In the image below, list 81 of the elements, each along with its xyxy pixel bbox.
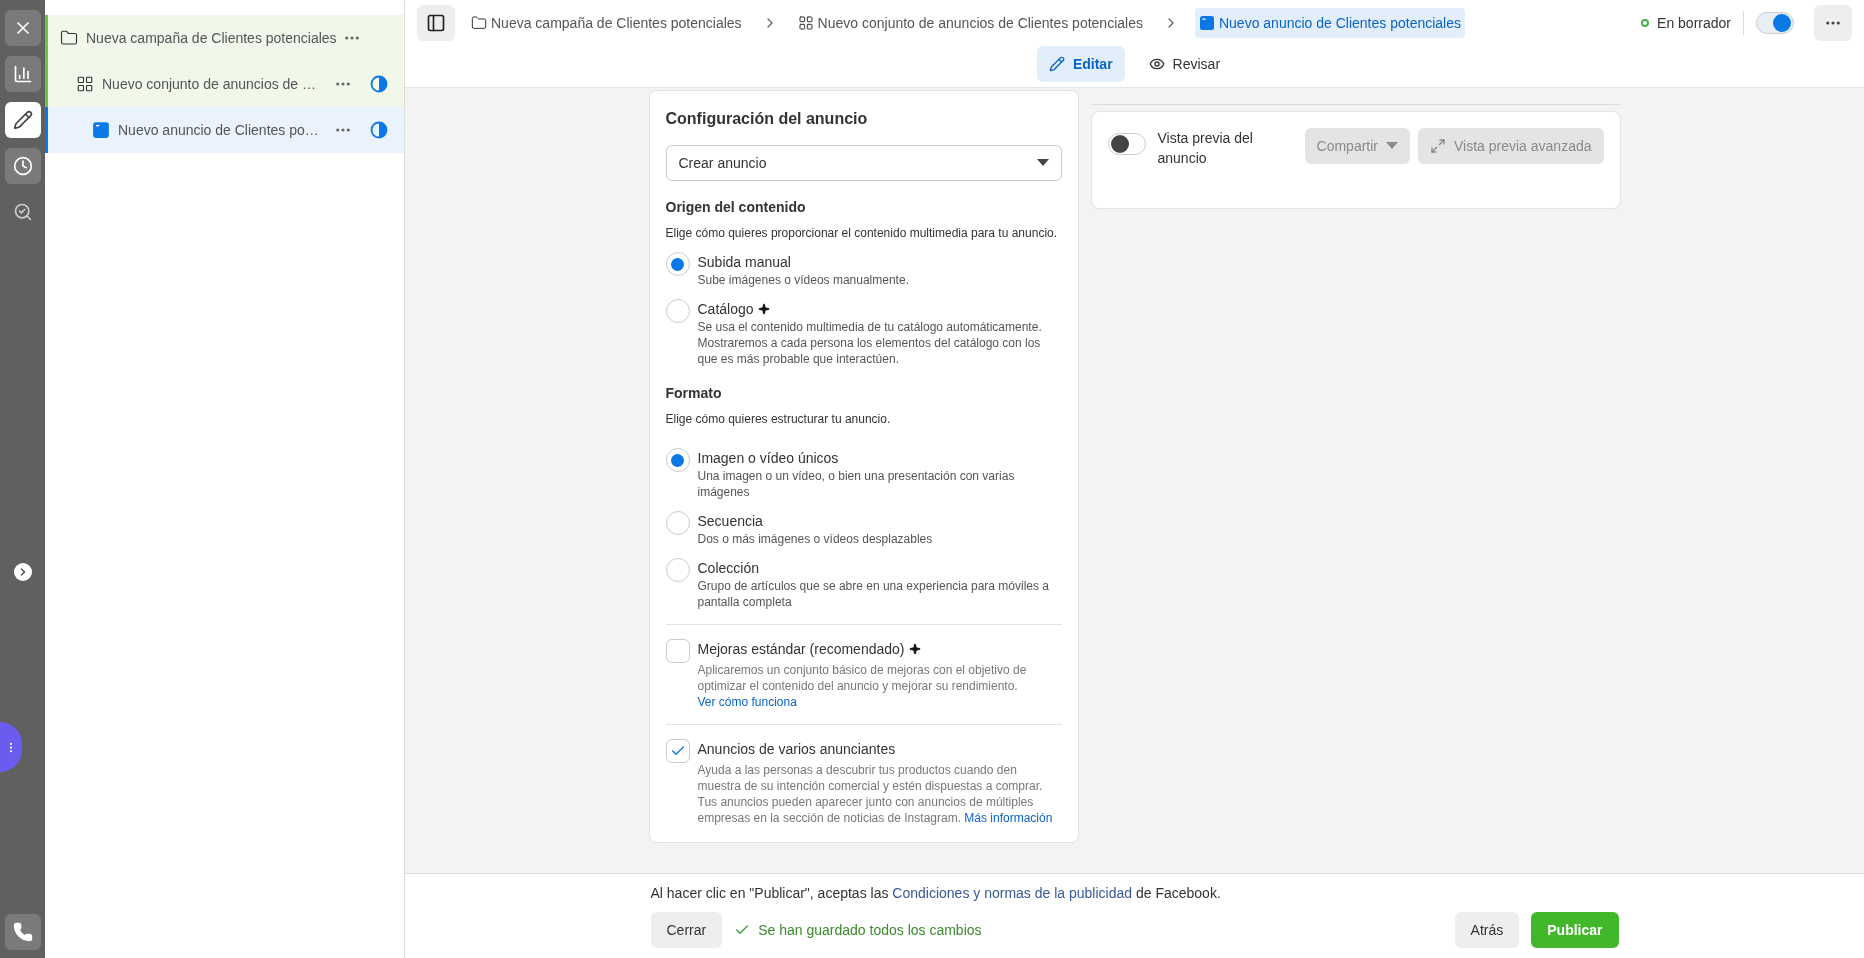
checkbox[interactable] [665, 739, 690, 763]
clock-icon [12, 156, 33, 176]
grid-icon [76, 75, 94, 93]
sparkle-icon [908, 643, 921, 655]
rail-button[interactable] [4, 148, 41, 184]
checkbox-label: Anuncios de varios anunciantes [697, 740, 896, 759]
pencil-icon [1048, 56, 1065, 72]
preview-toggle-label: Vista previa del anuncio [1157, 129, 1254, 168]
rail-button[interactable] [4, 56, 41, 92]
tree-item-label: Nuevo conjunto de anuncios de … [102, 74, 318, 94]
rail-button[interactable] [4, 102, 41, 138]
caret-icon [1036, 159, 1049, 167]
expand-button[interactable] [13, 563, 32, 581]
checkbox-description: Aplicaremos un conjunto básico de mejoras con el objetivo de optimizar el contenido del anuncio y mejorar su rendimiento. Ver cómo funciona [697, 662, 1028, 710]
saved-status: Se han guardado todos los cambios [758, 920, 982, 940]
option-label: Imagen o vídeo únicos [697, 449, 839, 468]
checkbox-label: Mejoras estándar (recomendado) [697, 640, 905, 659]
pencil-icon [12, 110, 33, 130]
card-title: Configuración del anuncio [665, 109, 869, 129]
panel-toggle-button[interactable] [417, 5, 455, 41]
tree-item[interactable]: Nueva campaña de Clientes potenciales [45, 15, 404, 61]
menu-dots-icon [9, 742, 13, 752]
breadcrumb[interactable]: Nuevo anuncio de Clientes potenciales [1194, 8, 1465, 38]
status-label: En borrador [1657, 13, 1731, 33]
option-label: Subida manual [697, 253, 791, 272]
help-link[interactable]: Ver cómo funciona [697, 695, 797, 709]
search-icon [12, 202, 33, 222]
tree-item-label: Nueva campaña de Clientes potenciales [86, 28, 337, 48]
option-description: Se usa el contenido multimedia de tu catálogo automáticamente. Mostraremos a cada persona los elementos del catálogo con los que es más probable que interactúen. [697, 319, 1043, 367]
tree-item[interactable]: Nuevo anuncio de Clientes po… [45, 107, 404, 153]
bar-chart-icon [12, 64, 33, 84]
folder-icon [471, 15, 487, 31]
option-description: Grupo de artículos que se abre en una experiencia para móviles a pantalla completa [697, 578, 1051, 610]
radio-button[interactable] [665, 252, 690, 276]
radio-button[interactable] [665, 299, 690, 323]
terms-link[interactable]: Condiciones y normas de la publicidad [892, 885, 1133, 901]
option-label: Colección [697, 559, 759, 578]
section-subtitle: Elige cómo quieres estructurar tu anuncio. [665, 411, 892, 428]
close-button[interactable]: Cerrar [650, 912, 723, 948]
breadcrumb[interactable]: Nuevo conjunto de anuncios de Clientes potenciales [793, 8, 1147, 38]
section-title: Origen del contenido [665, 198, 807, 217]
grid-icon [797, 15, 814, 31]
breadcrumb[interactable]: Nueva campaña de Clientes potenciales [467, 8, 746, 38]
option-description: Dos o más imágenes o vídeos desplazables [697, 531, 933, 547]
toggle-switch[interactable] [1107, 133, 1146, 155]
radio-button[interactable] [665, 448, 690, 472]
more-icon [1826, 21, 1840, 25]
terms-text: Al hacer clic en "Publicar", aceptas las Condiciones y normas de la publicidad de Facebook. [650, 884, 1222, 903]
checkbox-description: Ayuda a las personas a descubrir tus productos cuando den muestra de su intención comercial y estén dispuestas a comprar. Tus anuncios pueden aparecer junto con anuncios de múltiples empresas en la sección de noticias de Instagram. Más información [697, 762, 1054, 826]
tree-item[interactable]: Nuevo conjunto de anuncios de … [45, 61, 404, 107]
more-icon [344, 36, 359, 40]
radio-button[interactable] [665, 558, 690, 582]
phone-icon [12, 922, 33, 942]
dropdown[interactable]: Crear anuncio [665, 145, 1062, 181]
mode-tab[interactable]: Revisar [1136, 46, 1233, 82]
option-label: Secuencia [697, 512, 763, 531]
section-subtitle: Elige cómo quieres proporcionar el contenido multimedia para tu anuncio. [665, 225, 1059, 242]
ad-square-icon [92, 121, 110, 139]
section-title: Formato [665, 384, 723, 403]
more-icon [336, 128, 350, 132]
tree-item-label: Nuevo anuncio de Clientes po… [118, 120, 320, 140]
help-link[interactable]: Más información [964, 811, 1053, 825]
more-icon [336, 82, 350, 86]
toggle-switch[interactable] [1756, 12, 1794, 34]
back-button[interactable]: Atrás [1454, 912, 1520, 948]
folder-icon [60, 29, 78, 47]
option-description: Una imagen o un vídeo, o bien una presentación con varias imágenes [697, 468, 1016, 500]
caret-icon [1386, 142, 1398, 150]
option-label: Catálogo [697, 300, 754, 319]
option-description: Sube imágenes o vídeos manualmente. [697, 272, 909, 288]
eye-icon [1148, 56, 1165, 72]
half-circle-icon [370, 121, 388, 139]
expand-icon [1430, 138, 1446, 154]
radio-button[interactable] [665, 511, 690, 535]
mode-tab[interactable]: Editar [1036, 46, 1125, 82]
checkbox[interactable] [665, 639, 690, 663]
half-circle-icon [370, 75, 388, 93]
sparkle-icon [757, 303, 770, 315]
ad-square-icon [1198, 15, 1215, 31]
phone-button[interactable] [4, 914, 41, 950]
sidebar-icon [426, 13, 446, 33]
